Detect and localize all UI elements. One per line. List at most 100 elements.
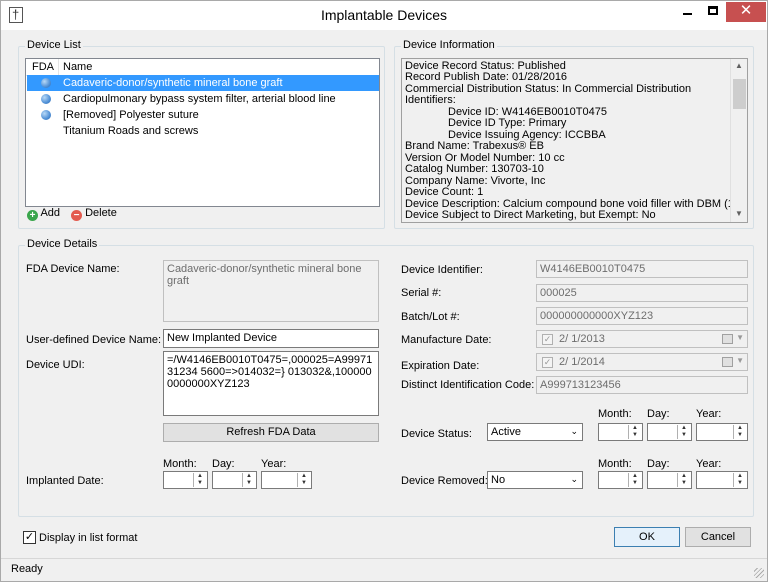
device-udi-label: Device UDI:: [26, 359, 85, 371]
device-status-value: Active: [491, 426, 521, 438]
status-month-stepper[interactable]: ▲ ▼: [598, 423, 643, 441]
implanted-date-label: Implanted Date:: [26, 475, 104, 487]
minus-icon: −: [71, 210, 82, 221]
serial-field[interactable]: 000025: [536, 284, 748, 302]
info-line: Catalog Number: 130703-10: [405, 163, 544, 175]
checkmark-icon: ✓: [24, 531, 35, 543]
status-month-label: Month:: [598, 408, 632, 420]
expiration-date-picker[interactable]: ✓ 2/ 1/2014 ▼: [536, 353, 748, 371]
device-status-label: Device Status:: [401, 428, 472, 440]
user-defined-device-name-input[interactable]: New Implanted Device: [163, 329, 379, 348]
chevron-down-icon[interactable]: ▼: [736, 356, 744, 365]
info-line: Device Subject to Direct Marketing, but …: [405, 209, 656, 221]
fda-device-name-field[interactable]: Cadaveric-donor/synthetic mineral bone g…: [163, 260, 379, 322]
implanted-month-stepper[interactable]: ▲ ▼: [163, 471, 208, 489]
status-day-stepper[interactable]: ▲ ▼: [647, 423, 692, 441]
scroll-down-icon[interactable]: ▼: [735, 209, 743, 218]
removed-day-label: Day:: [647, 458, 670, 470]
status-text: Ready: [11, 563, 43, 575]
scroll-up-icon[interactable]: ▲: [735, 61, 743, 70]
column-header-fda[interactable]: FDA: [32, 61, 54, 73]
device-list[interactable]: FDA Name Cadaveric-donor/synthetic miner…: [25, 58, 380, 207]
device-information-group-label: Device Information: [401, 39, 497, 51]
device-udi-input[interactable]: =/W4146EB0010T0475=,000025=A9997131234 5…: [163, 351, 379, 416]
device-list-header: FDA Name: [26, 59, 379, 76]
ok-button[interactable]: OK: [614, 527, 680, 547]
display-list-format-label: Display in list format: [39, 532, 138, 544]
status-year-stepper[interactable]: ▲ ▼: [696, 423, 748, 441]
implanted-day-stepper[interactable]: ▲ ▼: [212, 471, 257, 489]
device-status-select[interactable]: Active ⌄: [487, 423, 583, 441]
batch-lot-label: Batch/Lot #:: [401, 311, 460, 323]
status-year-label: Year:: [696, 408, 722, 420]
column-header-name[interactable]: Name: [63, 61, 92, 73]
manufacture-date-checkbox[interactable]: ✓: [542, 334, 553, 345]
stepper-arrows-icon[interactable]: ▲ ▼: [677, 473, 690, 487]
list-item[interactable]: [Removed] Polyester suture: [27, 107, 379, 123]
fda-status-icon: [41, 78, 51, 88]
stepper-arrows-icon[interactable]: ▲ ▼: [297, 473, 310, 487]
list-item-name: Titanium Roads and screws: [63, 125, 199, 137]
display-list-format-checkbox[interactable]: ✓: [23, 531, 36, 544]
device-removed-select[interactable]: No ⌄: [487, 471, 583, 489]
fda-device-name-label: FDA Device Name:: [26, 263, 120, 275]
removed-year-stepper[interactable]: ▲ ▼: [696, 471, 748, 489]
device-information-textbox[interactable]: Device Record Status: Published Record P…: [401, 58, 748, 223]
manufacture-date-picker[interactable]: ✓ 2/ 1/2013 ▼: [536, 330, 748, 348]
vertical-scrollbar[interactable]: ▲ ▼: [730, 59, 747, 222]
minimize-button[interactable]: [674, 2, 700, 22]
delete-button[interactable]: − Delete: [71, 207, 117, 221]
list-item[interactable]: Cardiopulmonary bypass system filter, ar…: [27, 91, 379, 107]
removed-day-stepper[interactable]: ▲ ▼: [647, 471, 692, 489]
stepper-arrows-icon[interactable]: ▲ ▼: [628, 425, 641, 439]
device-removed-value: No: [491, 474, 506, 486]
stepper-arrows-icon[interactable]: ▲ ▼: [193, 473, 206, 487]
stepper-arrows-icon[interactable]: ▲ ▼: [733, 425, 746, 439]
calendar-icon[interactable]: [722, 357, 733, 367]
implanted-year-stepper[interactable]: ▲ ▼: [261, 471, 312, 489]
status-bar: Ready: [1, 558, 767, 581]
refresh-fda-data-button[interactable]: Refresh FDA Data: [163, 423, 379, 442]
resize-grip-icon[interactable]: [754, 568, 764, 578]
distinct-identification-code-label: Distinct Identification Code:: [401, 379, 535, 391]
expiration-date-checkbox[interactable]: ✓: [542, 357, 553, 368]
calendar-icon[interactable]: [722, 334, 733, 344]
stepper-arrows-icon[interactable]: ▲ ▼: [242, 473, 255, 487]
info-line: Identifiers:: [405, 94, 456, 106]
manufacture-date-value: 2/ 1/2013: [559, 333, 605, 345]
chevron-down-icon[interactable]: ▼: [736, 333, 744, 342]
distinct-identification-code-field[interactable]: A999713123456: [536, 376, 748, 394]
expiration-date-value: 2/ 1/2014: [559, 356, 605, 368]
expiration-date-label: Expiration Date:: [401, 360, 480, 372]
device-removed-label: Device Removed:: [401, 475, 488, 487]
info-line: Record Publish Date: 01/28/2016: [405, 71, 568, 83]
add-button[interactable]: + Add: [27, 207, 60, 221]
info-line: Brand Name: Trabexus® EB: [405, 140, 544, 152]
stepper-arrows-icon[interactable]: ▲ ▼: [677, 425, 690, 439]
stepper-arrows-icon[interactable]: ▲ ▼: [628, 473, 641, 487]
fda-status-icon: [41, 94, 51, 104]
list-item[interactable]: Cadaveric-donor/synthetic mineral bone g…: [27, 75, 379, 91]
list-item[interactable]: Titanium Roads and screws: [27, 123, 379, 139]
column-separator[interactable]: [58, 59, 59, 76]
add-button-label: Add: [40, 207, 61, 219]
cancel-button[interactable]: Cancel: [685, 527, 751, 547]
status-day-label: Day:: [647, 408, 670, 420]
list-item-name: Cardiopulmonary bypass system filter, ar…: [63, 93, 336, 105]
maximize-button[interactable]: [700, 2, 726, 22]
chevron-down-icon: ⌄: [570, 474, 578, 484]
close-button[interactable]: ✕: [726, 2, 766, 22]
maximize-icon: [708, 6, 718, 15]
stepper-arrows-icon[interactable]: ▲ ▼: [733, 473, 746, 487]
device-list-group-label: Device List: [25, 39, 83, 51]
removed-month-stepper[interactable]: ▲ ▼: [598, 471, 643, 489]
title-bar: Implantable Devices ✕: [1, 1, 767, 30]
implanted-day-label: Day:: [212, 458, 235, 470]
info-line: Device ID Type: Primary: [448, 117, 567, 129]
scroll-thumb[interactable]: [733, 79, 746, 109]
implanted-month-label: Month:: [163, 458, 197, 470]
delete-button-label: Delete: [85, 207, 117, 219]
device-identifier-field[interactable]: W4146EB0010T0475: [536, 260, 748, 278]
manufacture-date-label: Manufacture Date:: [401, 334, 492, 346]
batch-lot-field[interactable]: 000000000000XYZ123: [536, 307, 748, 325]
